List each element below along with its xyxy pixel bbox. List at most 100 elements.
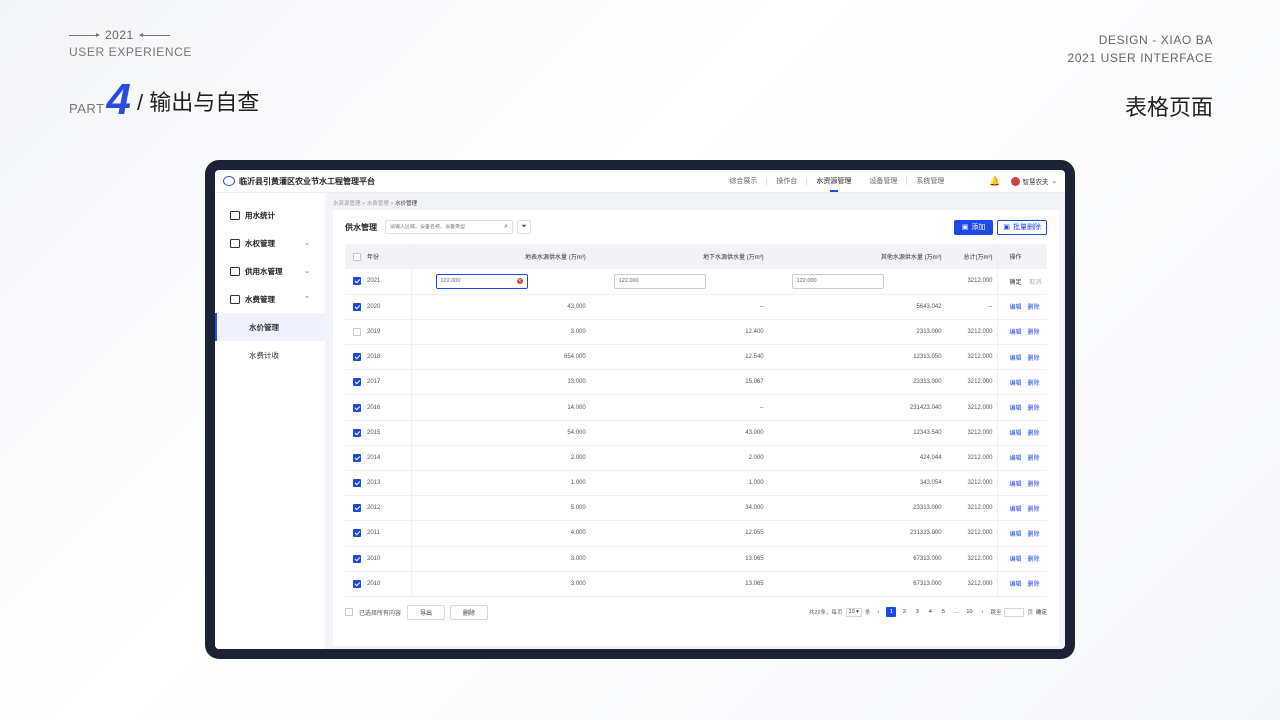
cell-year: 2021	[361, 269, 412, 295]
ground-input-value: 122.000	[618, 278, 639, 285]
edit-link[interactable]: 编辑	[1010, 330, 1022, 336]
edit-link[interactable]: 编辑	[1010, 532, 1022, 538]
row-checkbox[interactable]	[353, 529, 361, 538]
delete-link[interactable]: 删除	[1028, 582, 1040, 588]
top-nav: 临沂县引黄灌区农业节水工程管理平台 综合展示 操作台 水资源管理 设备管理 系统…	[215, 170, 1065, 193]
edit-link[interactable]: 编辑	[1010, 356, 1022, 362]
header-ground: 地下水源供水量 (万m³)	[589, 244, 768, 269]
sidebar-item-water-fees[interactable]: 水费管理 ⌃	[215, 285, 325, 313]
table-row-editing: 2021 122.000 ✕ 122.000 122.000 3212.000 …	[345, 269, 1047, 295]
nav-tab-system[interactable]: 系统管理	[907, 170, 953, 192]
table-row: 2020 43.000 -- 5643.042 -- 编辑 删除	[345, 294, 1047, 320]
prev-page-icon[interactable]: ‹	[873, 607, 883, 617]
sidebar-item-water-rights[interactable]: 水权管理 ⌄	[215, 229, 325, 257]
page-size-select[interactable]: 10 ▾	[845, 607, 862, 617]
page-button[interactable]: ...	[951, 607, 961, 617]
row-checkbox[interactable]	[353, 353, 361, 362]
search-input[interactable]	[390, 224, 505, 230]
delete-link[interactable]: 删除	[1028, 381, 1040, 387]
delete-link[interactable]: 删除	[1028, 507, 1040, 513]
sidebar-sub-fee-collection[interactable]: 水费计收	[215, 341, 325, 369]
edit-link[interactable]: 编辑	[1010, 381, 1022, 387]
row-checkbox[interactable]	[353, 554, 361, 563]
part-title: / 输出与自查	[136, 90, 260, 115]
row-checkbox[interactable]	[353, 479, 361, 488]
edit-link[interactable]: 编辑	[1010, 482, 1022, 488]
breadcrumb-item[interactable]: 水资源管理	[333, 201, 361, 207]
cell-actions: 编辑 删除	[996, 319, 1047, 346]
delete-link[interactable]: 删除	[1028, 305, 1040, 311]
row-checkbox[interactable]	[353, 327, 361, 336]
edit-link[interactable]: 编辑	[1010, 406, 1022, 412]
page-button[interactable]: 3	[912, 607, 922, 617]
delete-link[interactable]: 删除	[1028, 482, 1040, 488]
chevron-down-icon: ⌄	[304, 240, 310, 247]
nav-tab-water-resources[interactable]: 水资源管理	[807, 170, 860, 192]
batch-delete-button[interactable]: ▣ 批量删除	[997, 219, 1047, 235]
delete-link[interactable]: 删除	[1028, 532, 1040, 538]
cell-surface: 13.000	[411, 369, 590, 396]
delete-link[interactable]: 删除	[1028, 406, 1040, 412]
delete-link[interactable]: 删除	[1028, 431, 1040, 437]
nav-tab-overview[interactable]: 综合展示	[720, 170, 766, 192]
delete-link[interactable]: 删除	[1028, 456, 1040, 462]
page-button[interactable]: 2	[899, 607, 909, 617]
cell-year: 2019	[361, 319, 412, 346]
select-all-checkbox[interactable]	[353, 252, 361, 261]
export-button[interactable]: 导出	[407, 604, 446, 620]
cell-total: 3212.000	[945, 520, 997, 547]
confirm-link[interactable]: 确定	[1010, 280, 1022, 286]
edit-link[interactable]: 编辑	[1010, 305, 1022, 311]
edit-link[interactable]: 编辑	[1010, 431, 1022, 437]
sidebar-item-usage-stats[interactable]: 用水统计	[215, 201, 325, 229]
edit-link[interactable]: 编辑	[1010, 507, 1022, 513]
surface-input[interactable]: 122.000 ✕	[435, 273, 528, 289]
row-checkbox[interactable]	[353, 302, 361, 311]
cell-ground: 34.000	[589, 495, 768, 522]
table-header-row: 年份 地表水源供水量 (万m³) 地下水源供水量 (万m³) 其他水源供水量 (…	[345, 244, 1047, 269]
row-checkbox[interactable]	[353, 277, 361, 286]
select-all-footer-checkbox[interactable]	[345, 608, 353, 616]
delete-link[interactable]: 删除	[1028, 330, 1040, 336]
nav-tabs: 综合展示 操作台 水资源管理 设备管理 系统管理	[720, 170, 953, 192]
delete-button[interactable]: 删除	[450, 604, 489, 620]
page-button[interactable]: 4	[925, 607, 935, 617]
edit-link[interactable]: 编辑	[1010, 456, 1022, 462]
sidebar-sub-water-price[interactable]: 水价管理	[215, 313, 325, 341]
ground-input[interactable]: 122.000	[613, 273, 706, 289]
filter-icon[interactable]: ⏷	[517, 220, 531, 234]
edit-link[interactable]: 编辑	[1010, 582, 1022, 588]
add-button[interactable]: ▣ 添加	[953, 219, 994, 235]
row-checkbox[interactable]	[353, 504, 361, 513]
page-button[interactable]: 10	[964, 607, 974, 617]
header-actions: 操作	[996, 244, 1047, 269]
jump-input[interactable]	[1004, 607, 1025, 617]
row-checkbox[interactable]	[353, 579, 361, 588]
other-input[interactable]: 122.000	[791, 273, 884, 289]
user-menu[interactable]: 智慧农夫 ⌄	[1010, 176, 1057, 186]
page-button[interactable]: 5	[938, 607, 948, 617]
delete-link[interactable]: 删除	[1028, 557, 1040, 563]
delete-link[interactable]: 删除	[1028, 356, 1040, 362]
page-button[interactable]: 1	[886, 607, 897, 617]
plus-icon: ▣	[961, 224, 969, 231]
clear-icon[interactable]: ✕	[516, 278, 523, 285]
nav-tab-console[interactable]: 操作台	[767, 170, 806, 192]
table-row: 2016 14.000 -- 231423.040 3212.000 编辑 删除	[345, 394, 1047, 421]
sidebar-item-supply-use[interactable]: 供用水管理 ⌄	[215, 257, 325, 285]
row-checkbox[interactable]	[353, 453, 361, 462]
bell-icon[interactable]: 🔔	[989, 176, 1000, 187]
next-page-icon[interactable]: ›	[977, 607, 987, 617]
jump-confirm[interactable]: 确定	[1036, 608, 1047, 616]
cell-other: 67313.000	[767, 546, 946, 572]
cancel-link[interactable]: 取消	[1029, 280, 1041, 286]
edit-link[interactable]: 编辑	[1010, 557, 1022, 563]
nav-tab-devices[interactable]: 设备管理	[860, 170, 906, 192]
table-row: 2010 3.000 13.065 67313.000 3212.000 编辑 删除	[345, 546, 1047, 572]
logo-icon	[223, 176, 235, 186]
row-checkbox[interactable]	[353, 378, 361, 387]
search-icon[interactable]: ⌕	[504, 223, 508, 231]
row-checkbox[interactable]	[353, 428, 361, 437]
breadcrumb-item[interactable]: 水费管理	[367, 201, 389, 207]
row-checkbox[interactable]	[353, 403, 361, 412]
